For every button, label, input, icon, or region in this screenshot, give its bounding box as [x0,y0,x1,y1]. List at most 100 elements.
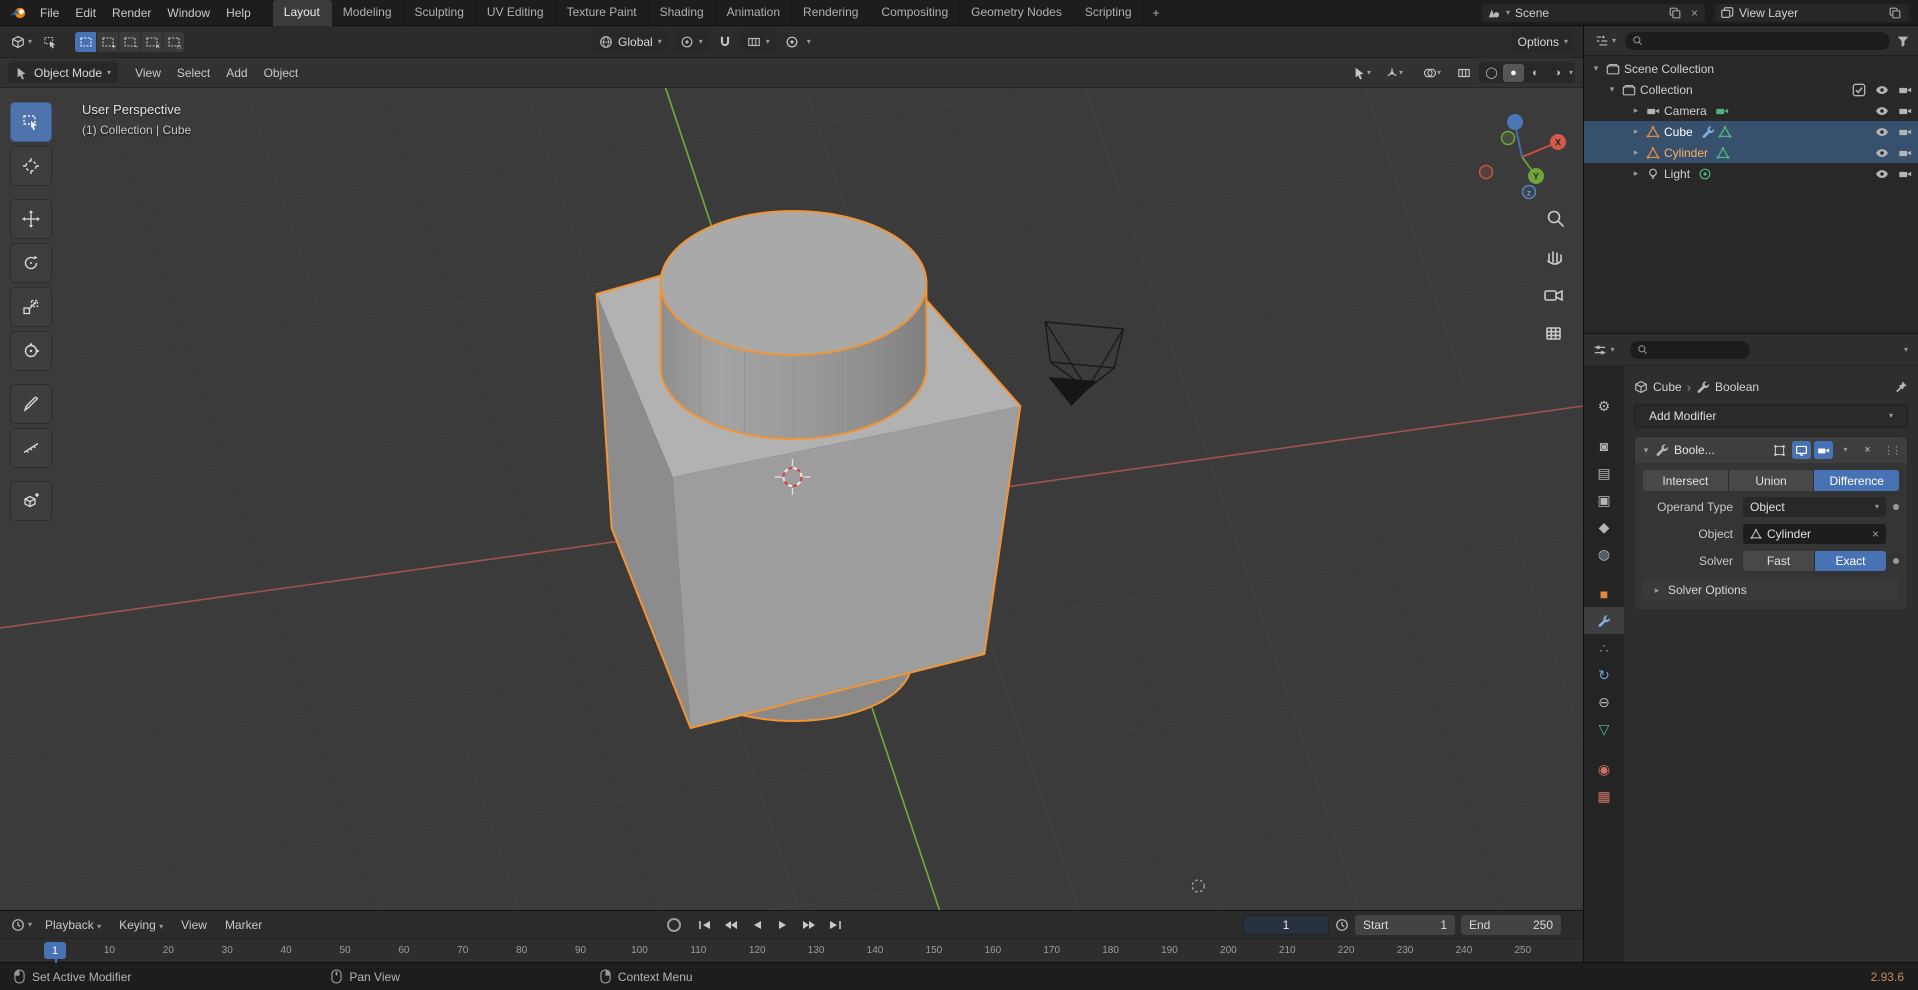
keying-menu[interactable]: Keying ▾ [111,915,171,935]
outliner-row-light[interactable]: ▸ Light [1584,163,1918,184]
disclosure-icon[interactable]: ▸ [1630,168,1642,179]
tool-rotate[interactable] [10,243,52,283]
new-view-layer-button[interactable] [1886,6,1904,20]
snap-toggle-button[interactable] [714,32,736,52]
decorator-dot[interactable] [1893,558,1899,564]
show-in-render-toggle[interactable] [1814,441,1833,459]
decorator-dot[interactable] [1893,504,1899,510]
current-frame-field[interactable]: 1 [1243,915,1329,935]
outliner-row-camera[interactable]: ▸ Camera [1584,100,1918,121]
jump-to-start-button[interactable] [694,915,717,935]
add-modifier-dropdown[interactable]: Add Modifier ▾ [1634,404,1908,428]
frame-start-field[interactable]: Start 1 [1355,915,1455,935]
timeline-editor-type[interactable]: ▾ [8,916,35,934]
hide-viewport-eye-icon[interactable] [1875,83,1889,97]
pin-icon[interactable] [1894,380,1908,394]
workspace-tab[interactable]: Scripting [1074,0,1144,26]
properties-tab-object-data[interactable]: ▽ [1584,715,1624,742]
outliner-search[interactable] [1625,32,1890,50]
outliner-editor-type[interactable]: ▾ [1592,32,1619,50]
modifier-extras-button[interactable]: ▾ [1836,441,1855,459]
new-scene-button[interactable] [1666,6,1684,20]
transform-orientation-dropdown[interactable]: Global ▾ [592,31,669,52]
viewport-menu[interactable]: View [127,63,169,83]
viewport-canvas[interactable]: X Y z [0,88,1583,910]
select-mode-extend-button[interactable]: + [97,32,118,52]
playback-menu[interactable]: Playback ▾ [37,915,109,935]
auto-keying-toggle[interactable] [667,918,681,932]
mode-dropdown[interactable]: Object Mode ▾ [8,62,118,83]
disable-render-camera-icon[interactable] [1898,83,1912,97]
breadcrumb-object[interactable]: Cube [1653,380,1682,394]
properties-tab-particles[interactable]: ∴ [1584,634,1624,661]
properties-tab-tool[interactable]: ⚙ [1584,392,1624,419]
snap-target-dropdown[interactable]: ▾ [740,31,777,52]
add-workspace-button[interactable]: + [1144,2,1169,24]
proportional-editing-toggle[interactable] [781,32,803,52]
shading-solid-button[interactable]: ● [1503,64,1524,82]
disclosure-icon[interactable]: ▸ [1630,105,1642,116]
select-mode-intersect-button[interactable]: ∩ [163,32,184,52]
expand-panel-icon[interactable]: ▾ [1640,445,1652,456]
view-menu[interactable]: View [173,915,215,935]
filter-icon[interactable] [1896,34,1910,48]
disable-render-camera-icon[interactable] [1898,104,1912,118]
breadcrumb-modifier[interactable]: Boolean [1715,380,1759,394]
shading-dropdown[interactable]: ▾ [1569,69,1573,77]
properties-tab-constraints[interactable]: ⊖ [1584,688,1624,715]
topbar-menu[interactable]: File [32,3,67,23]
properties-tab-modifiers[interactable] [1584,607,1624,634]
properties-tab-scene[interactable]: ◆ [1584,513,1624,540]
jump-to-end-button[interactable] [824,915,847,935]
pan-hand-button[interactable] [1548,252,1561,264]
camera-object[interactable] [1045,322,1123,406]
edit-mode-toggle[interactable] [1770,441,1789,459]
topbar-menu[interactable]: Edit [67,3,104,23]
scene-selector[interactable]: ▾ Scene × [1481,3,1706,23]
workspace-tab[interactable]: Geometry Nodes [960,0,1074,26]
play-button[interactable] [772,915,795,935]
select-mode-set-button[interactable] [75,32,96,52]
overlays-dropdown[interactable]: ▾ [1415,63,1449,83]
intersect-button[interactable]: Intersect [1643,470,1729,491]
view-layer-selector[interactable]: View Layer [1714,3,1910,23]
properties-tab-view-layer[interactable]: ▣ [1584,486,1624,513]
solver-options-panel[interactable]: ▸ Solver Options [1643,579,1899,601]
shading-rendered-button[interactable]: ◑ [1547,64,1568,82]
hide-viewport-eye-icon[interactable] [1875,167,1889,181]
viewport-menu[interactable]: Select [169,63,218,83]
workspace-tab[interactable]: Rendering [792,0,870,26]
light-object-indicator[interactable] [1192,880,1204,892]
outliner-row-collection[interactable]: ▾ Collection [1584,79,1918,100]
topbar-menu[interactable]: Render [104,3,159,23]
workspace-tab[interactable]: Layout [273,0,332,26]
properties-search[interactable] [1630,341,1750,359]
select-mode-subtract-button[interactable]: − [119,32,140,52]
properties-tab-render[interactable]: ◙ [1584,432,1624,459]
properties-tab-texture[interactable]: ▦ [1584,782,1624,809]
outliner-search-input[interactable] [1647,35,1737,47]
properties-tab-output[interactable]: ▤ [1584,459,1624,486]
drag-handle-icon[interactable]: ⋮⋮ [1880,444,1902,457]
marker-menu[interactable]: Marker [217,915,270,935]
tool-annotate[interactable] [10,384,52,424]
tool-scale[interactable] [10,287,52,327]
shading-wireframe-button[interactable]: ◯ [1481,64,1502,82]
close-modifier-button[interactable]: × [1858,441,1877,459]
jump-prev-keyframe-button[interactable] [720,915,743,935]
viewport-3d-scene[interactable]: X Y z [0,88,1583,910]
viewport-menu[interactable]: Add [218,63,255,83]
object-visibility-dropdown[interactable]: ▾ [1351,63,1373,83]
workspace-tab[interactable]: Texture Paint [556,0,649,26]
disclosure-icon[interactable]: ▾ [1606,84,1618,95]
hide-viewport-eye-icon[interactable] [1875,104,1889,118]
topbar-menu[interactable]: Window [159,3,218,23]
tool-move[interactable] [10,199,52,239]
tool-transform[interactable] [10,331,52,371]
workspace-tab[interactable]: Animation [716,0,792,26]
select-mode-invert-button[interactable]: × [141,32,162,52]
properties-tab-object[interactable]: ■ [1584,580,1624,607]
play-reverse-button[interactable] [746,915,769,935]
difference-button[interactable]: Difference [1814,470,1899,491]
union-button[interactable]: Union [1729,470,1815,491]
